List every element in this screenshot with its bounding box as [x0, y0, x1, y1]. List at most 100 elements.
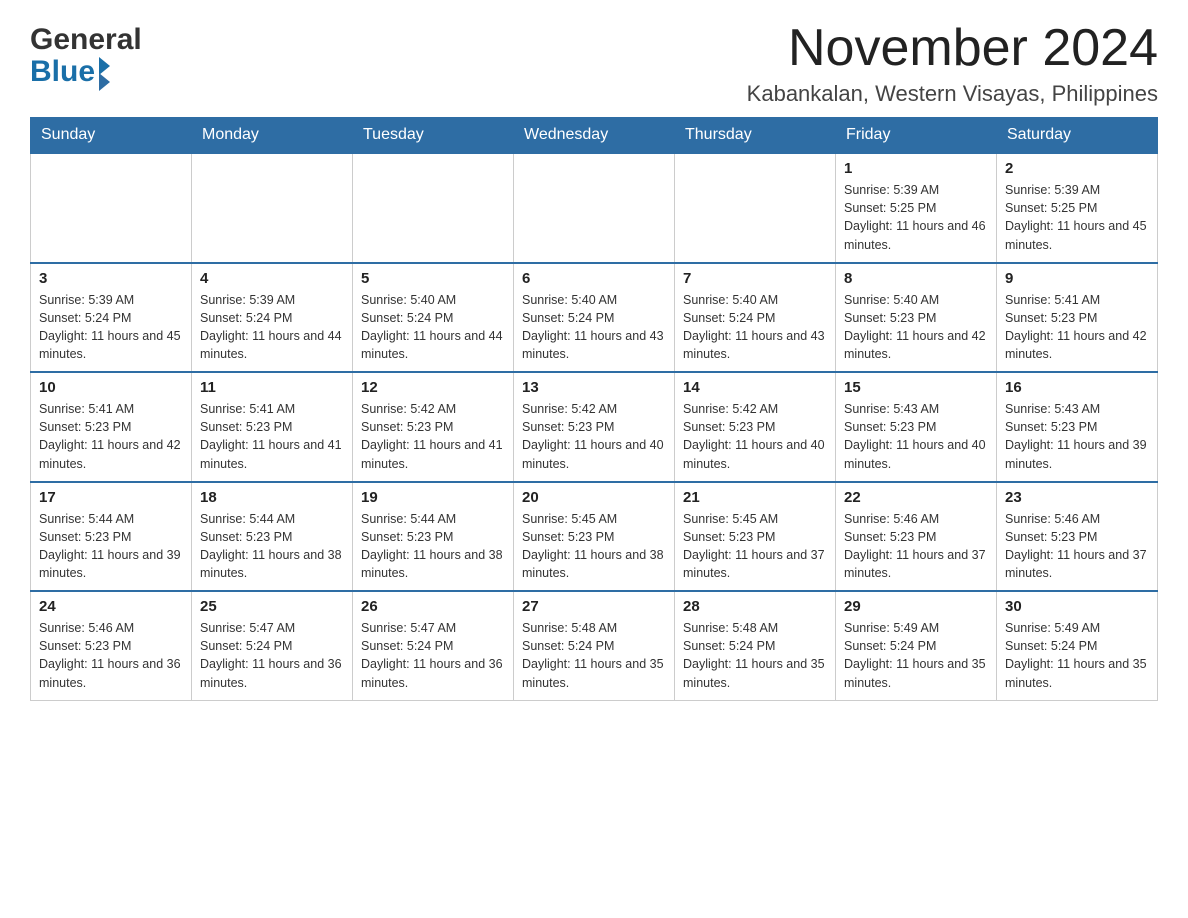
calendar-cell: [31, 153, 192, 263]
day-number: 21: [683, 489, 827, 506]
day-info: Sunrise: 5:48 AM Sunset: 5:24 PM Dayligh…: [683, 619, 827, 692]
calendar-cell: 17 Sunrise: 5:44 AM Sunset: 5:23 PM Dayli…: [31, 482, 192, 592]
day-number: 3: [39, 270, 183, 287]
day-info: Sunrise: 5:39 AM Sunset: 5:24 PM Dayligh…: [200, 291, 344, 364]
day-info: Sunrise: 5:42 AM Sunset: 5:23 PM Dayligh…: [683, 400, 827, 473]
calendar-cell: 13 Sunrise: 5:42 AM Sunset: 5:23 PM Dayli…: [514, 372, 675, 482]
day-info: Sunrise: 5:49 AM Sunset: 5:24 PM Dayligh…: [844, 619, 988, 692]
day-number: 6: [522, 270, 666, 287]
day-number: 19: [361, 489, 505, 506]
day-info: Sunrise: 5:41 AM Sunset: 5:23 PM Dayligh…: [39, 400, 183, 473]
day-number: 11: [200, 379, 344, 396]
calendar-cell: 22Sunrise: 5:46 AM Sunset: 5:23 PM Dayli…: [836, 482, 997, 592]
calendar-week-4: 24Sunrise: 5:46 AM Sunset: 5:23 PM Dayli…: [31, 591, 1158, 700]
day-info: Sunrise: 5:41 AM Sunset: 5:23 PM Dayligh…: [200, 400, 344, 473]
day-info: Sunrise: 5:47 AM Sunset: 5:24 PM Dayligh…: [200, 619, 344, 692]
calendar-cell: [675, 153, 836, 263]
col-header-monday: Monday: [192, 118, 353, 154]
day-number: 13: [522, 379, 666, 396]
day-info: Sunrise: 5:40 AM Sunset: 5:24 PM Dayligh…: [683, 291, 827, 364]
calendar-cell: 15 Sunrise: 5:43 AM Sunset: 5:23 PM Dayli…: [836, 372, 997, 482]
day-number: 23: [1005, 489, 1149, 506]
calendar-cell: [514, 153, 675, 263]
day-number: 10: [39, 379, 183, 396]
day-info: Sunrise: 5:39 AM Sunset: 5:25 PM Dayligh…: [1005, 181, 1149, 254]
day-info: Sunrise: 5:43 AM Sunset: 5:23 PM Dayligh…: [844, 400, 988, 473]
day-info: Sunrise: 5:41 AM Sunset: 5:23 PM Dayligh…: [1005, 291, 1149, 364]
day-info: Sunrise: 5:46 AM Sunset: 5:23 PM Dayligh…: [1005, 510, 1149, 583]
day-info: Sunrise: 5:46 AM Sunset: 5:23 PM Dayligh…: [844, 510, 988, 583]
day-number: 12: [361, 379, 505, 396]
day-info: Sunrise: 5:42 AM Sunset: 5:23 PM Dayligh…: [522, 400, 666, 473]
col-header-tuesday: Tuesday: [353, 118, 514, 154]
day-number: 25: [200, 598, 344, 615]
col-header-thursday: Thursday: [675, 118, 836, 154]
calendar-cell: 3 Sunrise: 5:39 AM Sunset: 5:24 PM Daylig…: [31, 263, 192, 373]
day-number: 30: [1005, 598, 1149, 615]
calendar-cell: 23 Sunrise: 5:46 AM Sunset: 5:23 PM Dayli…: [997, 482, 1158, 592]
day-info: Sunrise: 5:39 AM Sunset: 5:25 PM Dayligh…: [844, 181, 988, 254]
day-number: 15: [844, 379, 988, 396]
day-number: 1: [844, 160, 988, 177]
calendar-week-3: 17 Sunrise: 5:44 AM Sunset: 5:23 PM Dayli…: [31, 482, 1158, 592]
day-info: Sunrise: 5:40 AM Sunset: 5:23 PM Dayligh…: [844, 291, 988, 364]
day-info: Sunrise: 5:39 AM Sunset: 5:24 PM Dayligh…: [39, 291, 183, 364]
calendar-week-1: 3 Sunrise: 5:39 AM Sunset: 5:24 PM Daylig…: [31, 263, 1158, 373]
day-number: 7: [683, 270, 827, 287]
day-info: Sunrise: 5:45 AM Sunset: 5:23 PM Dayligh…: [683, 510, 827, 583]
calendar-cell: 10 Sunrise: 5:41 AM Sunset: 5:23 PM Dayli…: [31, 372, 192, 482]
day-number: 2: [1005, 160, 1149, 177]
logo: General Blue: [30, 25, 142, 89]
calendar-cell: 19 Sunrise: 5:44 AM Sunset: 5:23 PM Dayli…: [353, 482, 514, 592]
day-number: 17: [39, 489, 183, 506]
day-number: 26: [361, 598, 505, 615]
day-info: Sunrise: 5:40 AM Sunset: 5:24 PM Dayligh…: [361, 291, 505, 364]
calendar-cell: 4 Sunrise: 5:39 AM Sunset: 5:24 PM Daylig…: [192, 263, 353, 373]
logo-blue: Blue: [30, 55, 142, 89]
day-info: Sunrise: 5:48 AM Sunset: 5:24 PM Dayligh…: [522, 619, 666, 692]
day-info: Sunrise: 5:44 AM Sunset: 5:23 PM Dayligh…: [200, 510, 344, 583]
day-info: Sunrise: 5:44 AM Sunset: 5:23 PM Dayligh…: [39, 510, 183, 583]
title-block: November 2024 Kabankalan, Western Visaya…: [747, 20, 1158, 107]
day-number: 29: [844, 598, 988, 615]
calendar-cell: 28 Sunrise: 5:48 AM Sunset: 5:24 PM Dayli…: [675, 591, 836, 700]
calendar-cell: 12 Sunrise: 5:42 AM Sunset: 5:23 PM Dayli…: [353, 372, 514, 482]
day-number: 8: [844, 270, 988, 287]
calendar-cell: [353, 153, 514, 263]
day-number: 4: [200, 270, 344, 287]
col-header-sunday: Sunday: [31, 118, 192, 154]
day-info: Sunrise: 5:43 AM Sunset: 5:23 PM Dayligh…: [1005, 400, 1149, 473]
calendar-header-row: SundayMondayTuesdayWednesdayThursdayFrid…: [31, 118, 1158, 154]
calendar-cell: 5Sunrise: 5:40 AM Sunset: 5:24 PM Daylig…: [353, 263, 514, 373]
logo-chevron-icon: [99, 57, 110, 91]
calendar-cell: 27 Sunrise: 5:48 AM Sunset: 5:24 PM Dayli…: [514, 591, 675, 700]
day-number: 27: [522, 598, 666, 615]
calendar-cell: 25 Sunrise: 5:47 AM Sunset: 5:24 PM Dayli…: [192, 591, 353, 700]
day-info: Sunrise: 5:42 AM Sunset: 5:23 PM Dayligh…: [361, 400, 505, 473]
day-number: 28: [683, 598, 827, 615]
calendar-cell: 21 Sunrise: 5:45 AM Sunset: 5:23 PM Dayli…: [675, 482, 836, 592]
day-number: 20: [522, 489, 666, 506]
calendar-cell: 29 Sunrise: 5:49 AM Sunset: 5:24 PM Dayli…: [836, 591, 997, 700]
location-title: Kabankalan, Western Visayas, Philippines: [747, 81, 1158, 107]
col-header-friday: Friday: [836, 118, 997, 154]
calendar-cell: 7 Sunrise: 5:40 AM Sunset: 5:24 PM Daylig…: [675, 263, 836, 373]
calendar-cell: 11 Sunrise: 5:41 AM Sunset: 5:23 PM Dayli…: [192, 372, 353, 482]
col-header-saturday: Saturday: [997, 118, 1158, 154]
calendar-cell: 14 Sunrise: 5:42 AM Sunset: 5:23 PM Dayli…: [675, 372, 836, 482]
calendar-week-0: 1 Sunrise: 5:39 AM Sunset: 5:25 PM Daylig…: [31, 153, 1158, 263]
calendar-cell: 1 Sunrise: 5:39 AM Sunset: 5:25 PM Daylig…: [836, 153, 997, 263]
calendar-cell: 18 Sunrise: 5:44 AM Sunset: 5:23 PM Dayli…: [192, 482, 353, 592]
calendar-cell: 20 Sunrise: 5:45 AM Sunset: 5:23 PM Dayli…: [514, 482, 675, 592]
day-number: 14: [683, 379, 827, 396]
day-info: Sunrise: 5:49 AM Sunset: 5:24 PM Dayligh…: [1005, 619, 1149, 692]
day-number: 18: [200, 489, 344, 506]
calendar-week-2: 10 Sunrise: 5:41 AM Sunset: 5:23 PM Dayli…: [31, 372, 1158, 482]
calendar-cell: 2 Sunrise: 5:39 AM Sunset: 5:25 PM Daylig…: [997, 153, 1158, 263]
day-info: Sunrise: 5:46 AM Sunset: 5:23 PM Dayligh…: [39, 619, 183, 692]
calendar-cell: 30 Sunrise: 5:49 AM Sunset: 5:24 PM Dayli…: [997, 591, 1158, 700]
day-info: Sunrise: 5:44 AM Sunset: 5:23 PM Dayligh…: [361, 510, 505, 583]
day-info: Sunrise: 5:45 AM Sunset: 5:23 PM Dayligh…: [522, 510, 666, 583]
calendar-cell: 6Sunrise: 5:40 AM Sunset: 5:24 PM Daylig…: [514, 263, 675, 373]
logo-general: General: [30, 25, 142, 55]
